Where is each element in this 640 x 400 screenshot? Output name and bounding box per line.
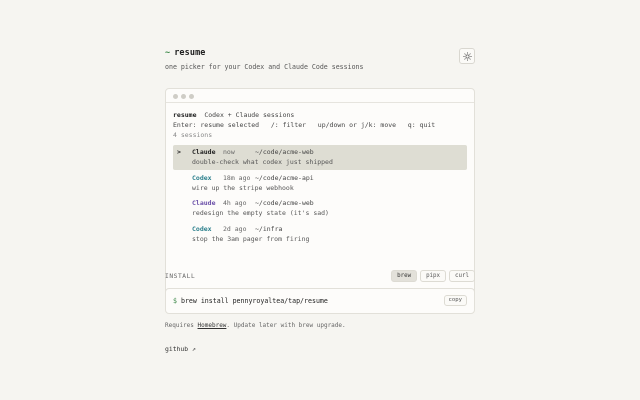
session-path: ~/code/acme-web <box>255 199 314 207</box>
tilde-prompt: ~ <box>165 48 171 58</box>
note-suffix: . Update later with brew upgrade. <box>226 322 346 329</box>
session-meta: Codex 2d ago ~/infra <box>177 222 459 234</box>
session-age: now <box>223 148 235 156</box>
session-row[interactable]: Codex 18m ago ~/code/acme-api wire up the s… <box>173 171 467 196</box>
shell-prompt: $ <box>173 297 177 305</box>
session-age: 2d ago <box>223 224 247 233</box>
github-link[interactable]: github ↗ <box>165 345 196 353</box>
install-command[interactable]: $ brew install pennyroyaltea/tap/resume <box>173 297 328 305</box>
app-name: resume <box>173 111 197 119</box>
theme-toggle-button[interactable] <box>459 48 475 64</box>
session-meta: > Claude now ~/code/acme-web <box>177 145 459 157</box>
session-path: ~/infra <box>255 224 283 233</box>
page-title-text: resume <box>174 48 206 58</box>
session-age: 18m ago <box>223 173 251 182</box>
session-meta: Codex 18m ago ~/code/acme-api <box>177 171 459 183</box>
page-header: ~ resume one picker for your Codex and Cl… <box>165 44 475 76</box>
session-age: 4h ago <box>223 199 247 207</box>
install-label: INSTALL <box>165 273 196 280</box>
app-heading: resume Codex + Claude sessions <box>173 110 467 120</box>
sun-icon <box>462 51 472 61</box>
install-note: Requires Homebrew. Update later with bre… <box>165 322 346 329</box>
session-row[interactable]: Codex 2d ago ~/infra stop the 3am pager fro… <box>173 222 467 247</box>
session-count: 4 sessions <box>173 131 213 139</box>
page-title: ~ resume <box>165 48 206 58</box>
install-tab-curl[interactable]: curl <box>449 270 475 282</box>
terminal-body: resume Codex + Claude sessions Enter: re… <box>166 103 474 247</box>
session-message: stop the 3am pager from firing <box>192 234 310 243</box>
session-agent: Codex <box>192 224 212 233</box>
homebrew-link[interactable]: Homebrew <box>198 322 227 329</box>
page-subtitle: one picker for your Codex and Claude Cod… <box>165 63 364 71</box>
install-tabs: brew pipx curl <box>391 270 475 282</box>
session-path: ~/code/acme-web <box>255 148 314 156</box>
terminal-window: resume Codex + Claude sessions Enter: re… <box>165 88 475 297</box>
selection-caret: > <box>177 148 181 156</box>
session-row[interactable]: > Claude now ~/code/acme-web double-check wh… <box>173 145 467 170</box>
app-description: Codex + Claude sessions <box>204 111 295 119</box>
command-text: brew install pennyroyaltea/tap/resume <box>180 297 328 305</box>
command-box: $ brew install pennyroyaltea/tap/resume … <box>165 288 475 314</box>
session-message: double-check what codex just shipped <box>192 158 333 166</box>
session-agent: Codex <box>192 173 212 182</box>
window-dot-icon <box>189 94 194 99</box>
copy-button[interactable]: copy <box>443 295 467 306</box>
window-dot-icon <box>173 94 178 99</box>
window-dot-icon <box>181 94 186 99</box>
install-tab-pipx[interactable]: pipx <box>420 270 447 282</box>
session-agent: Claude <box>192 148 216 156</box>
session-list: > Claude now ~/code/acme-web double-check wh… <box>173 145 467 247</box>
session-meta: Claude 4h ago ~/code/acme-web <box>177 196 459 208</box>
terminal-titlebar <box>166 89 474 103</box>
session-message: redesign the empty state (it's sad) <box>192 209 329 217</box>
session-path: ~/code/acme-api <box>255 173 314 182</box>
session-row[interactable]: Claude 4h ago ~/code/acme-web redesign the … <box>173 196 467 221</box>
page-container: ~ resume one picker for your Codex and Cl… <box>165 44 475 353</box>
install-tab-brew[interactable]: brew <box>391 270 418 282</box>
note-prefix: Requires <box>165 322 198 329</box>
session-agent: Claude <box>192 199 216 207</box>
help-line: Enter: resume selected /: filter up/down… <box>173 121 436 129</box>
session-message: wire up the stripe webhook <box>192 183 294 192</box>
